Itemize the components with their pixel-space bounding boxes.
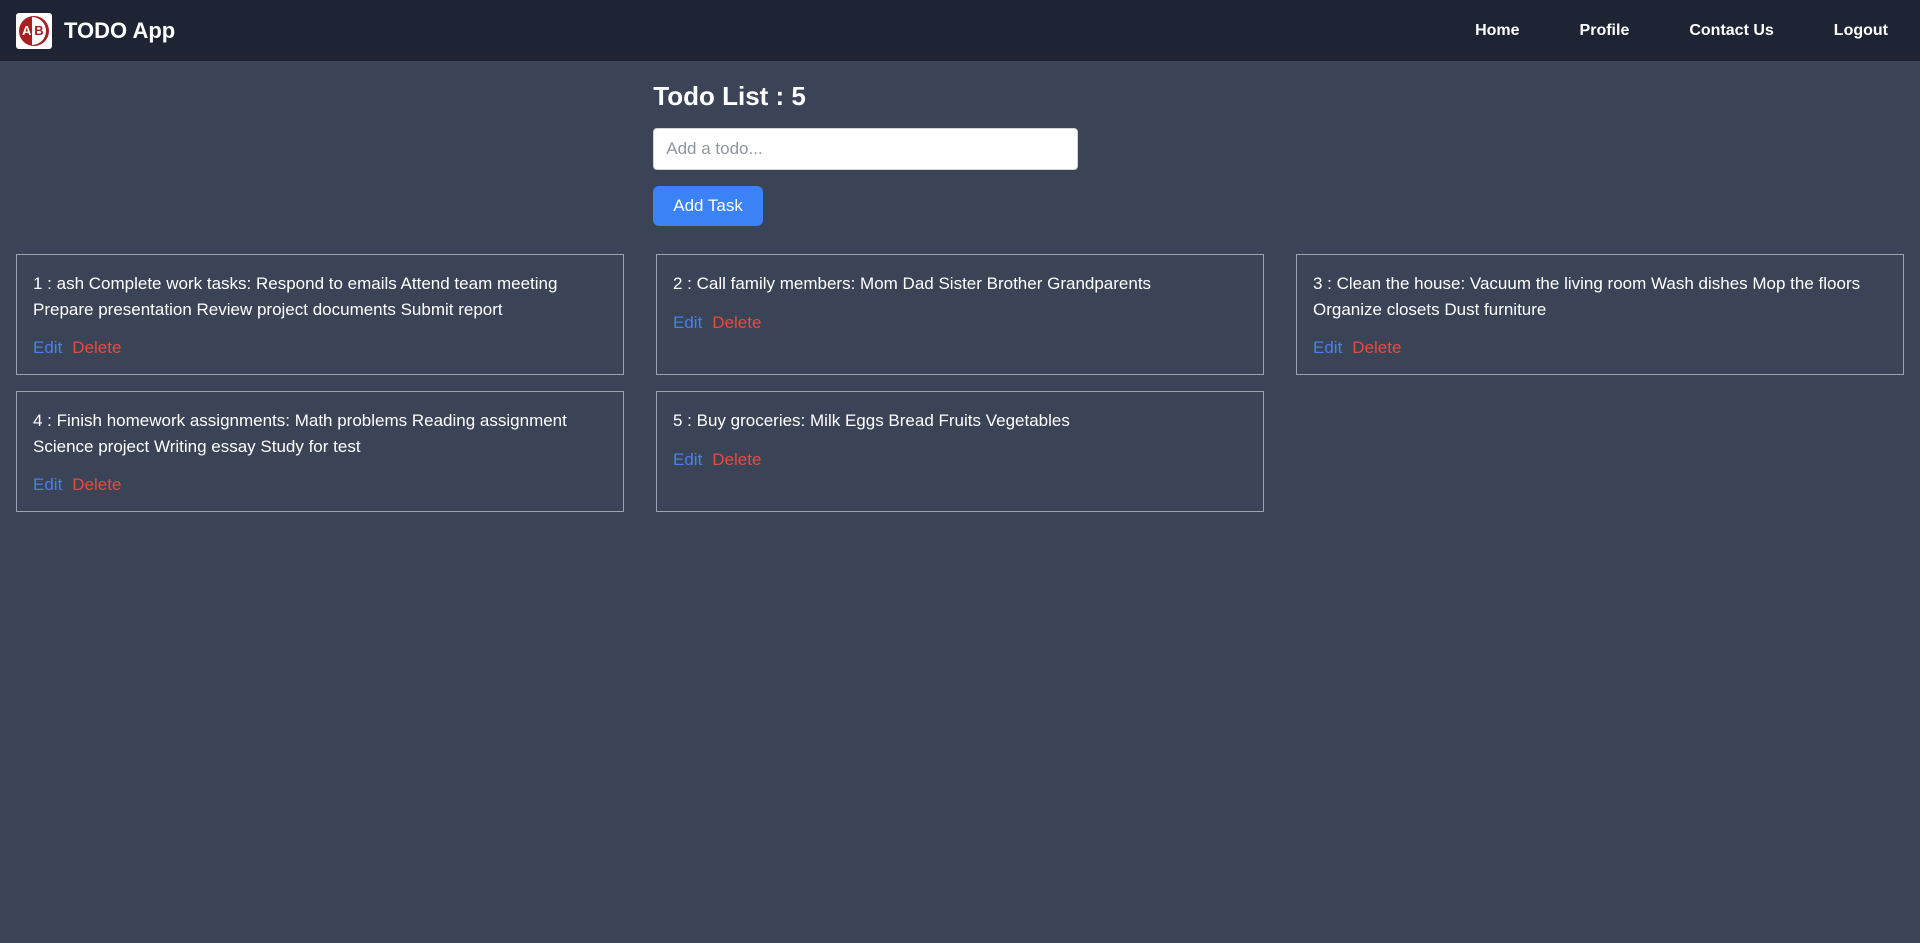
todo-text: 1 : ash Complete work tasks: Respond to …: [33, 271, 607, 322]
nav-home[interactable]: Home: [1475, 22, 1519, 40]
edit-button[interactable]: Edit: [1313, 338, 1342, 358]
navbar-left: TODO App: [16, 13, 175, 49]
main-container: Todo List : 5 Add Task 1 : ash Complete …: [0, 61, 1920, 532]
add-task-button[interactable]: Add Task: [653, 186, 763, 226]
todo-card: 5 : Buy groceries: Milk Eggs Bread Fruit…: [656, 391, 1264, 512]
delete-button[interactable]: Delete: [712, 450, 761, 470]
todo-text: 3 : Clean the house: Vacuum the living r…: [1313, 271, 1887, 322]
input-row: Add Task: [653, 128, 1078, 226]
nav-logout[interactable]: Logout: [1834, 22, 1888, 40]
delete-button[interactable]: Delete: [712, 313, 761, 333]
todo-text: 4 : Finish homework assignments: Math pr…: [33, 408, 607, 459]
navbar-right: Home Profile Contact Us Logout: [1475, 22, 1904, 40]
todo-card: 2 : Call family members: Mom Dad Sister …: [656, 254, 1264, 375]
nav-profile[interactable]: Profile: [1580, 22, 1630, 40]
edit-button[interactable]: Edit: [33, 338, 62, 358]
nav-contact[interactable]: Contact Us: [1689, 22, 1773, 40]
todo-card: 1 : ash Complete work tasks: Respond to …: [16, 254, 624, 375]
todo-actions: Edit Delete: [33, 475, 607, 495]
todo-header: Todo List : 5 Add Task: [653, 81, 1078, 226]
delete-button[interactable]: Delete: [72, 475, 121, 495]
todo-input[interactable]: [653, 128, 1078, 170]
todo-grid: 1 : ash Complete work tasks: Respond to …: [16, 254, 1904, 512]
todo-actions: Edit Delete: [1313, 338, 1887, 358]
todo-actions: Edit Delete: [673, 313, 1247, 333]
todo-list-title: Todo List : 5: [653, 81, 1078, 112]
edit-button[interactable]: Edit: [33, 475, 62, 495]
edit-button[interactable]: Edit: [673, 313, 702, 333]
todo-actions: Edit Delete: [673, 450, 1247, 470]
delete-button[interactable]: Delete: [72, 338, 121, 358]
todo-card: 4 : Finish homework assignments: Math pr…: [16, 391, 624, 512]
edit-button[interactable]: Edit: [673, 450, 702, 470]
navbar: TODO App Home Profile Contact Us Logout: [0, 0, 1920, 61]
app-title: TODO App: [64, 18, 175, 44]
todo-text: 5 : Buy groceries: Milk Eggs Bread Fruit…: [673, 408, 1247, 434]
todo-text: 2 : Call family members: Mom Dad Sister …: [673, 271, 1247, 297]
logo-icon: [19, 16, 49, 46]
delete-button[interactable]: Delete: [1352, 338, 1401, 358]
todo-card: 3 : Clean the house: Vacuum the living r…: [1296, 254, 1904, 375]
app-logo[interactable]: [16, 13, 52, 49]
todo-actions: Edit Delete: [33, 338, 607, 358]
